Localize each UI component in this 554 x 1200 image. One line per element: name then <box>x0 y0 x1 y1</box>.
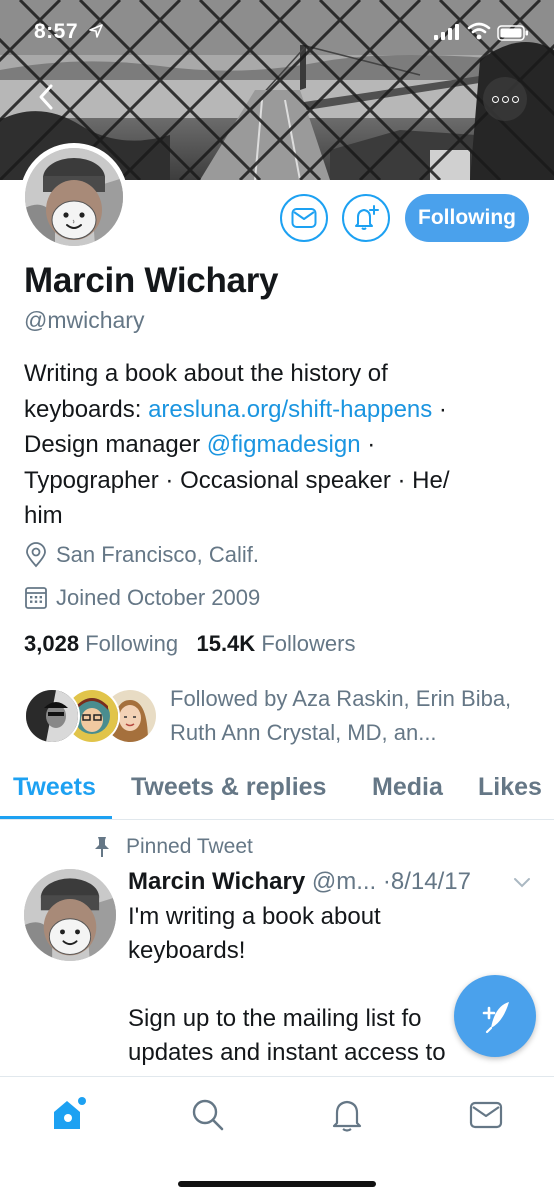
tweet-date: ·8/14/17 <box>382 868 471 895</box>
location-text: San Francisco, Calif. <box>56 542 259 567</box>
profile-avatar[interactable] <box>20 143 128 251</box>
profile-tabs: Tweets Tweets & replies Media Likes <box>0 768 554 820</box>
envelope-icon <box>469 1101 503 1129</box>
location-arrow-icon <box>89 24 103 38</box>
avatar-image <box>24 869 116 961</box>
tweet-text[interactable]: I'm writing a book about keyboards! Sign … <box>128 900 488 1104</box>
home-indicator[interactable] <box>178 1181 376 1187</box>
profile-name: Marcin Wichary <box>24 261 279 300</box>
more-horizontal-icon <box>491 95 499 103</box>
home-icon <box>54 1097 86 1129</box>
cellular-signal-icon <box>434 24 459 40</box>
wifi-icon <box>467 22 491 40</box>
back-button[interactable] <box>30 80 64 114</box>
bell-icon <box>332 1100 362 1132</box>
followed-by-text[interactable]: Followed by Aza Raskin, Erin Biba, Ruth … <box>170 682 530 750</box>
bio-website-link[interactable]: aresluna.org/shift-happens <box>148 396 432 423</box>
bio-line: Design manager @figmadesign · <box>24 431 376 458</box>
nav-search[interactable] <box>188 1095 228 1135</box>
tab-tweets[interactable]: Tweets <box>13 773 96 802</box>
tab-tweets-and-replies[interactable]: Tweets & replies <box>131 773 326 802</box>
bio-line: keyboards: aresluna.org/shift-happens · <box>24 395 447 423</box>
profile-location: San Francisco, Calif. <box>24 542 259 568</box>
followed-by-avatars[interactable] <box>24 688 158 744</box>
pin-icon <box>95 837 109 857</box>
calendar-icon <box>25 587 47 609</box>
following-button[interactable]: Following <box>405 194 529 242</box>
tweet-menu-button[interactable] <box>513 876 531 894</box>
tab-media[interactable]: Media <box>372 773 443 802</box>
nav-notifications[interactable] <box>327 1095 367 1135</box>
bio-line: Typographer · Occasional speaker · He/ <box>24 466 450 494</box>
envelope-icon <box>291 208 317 228</box>
avatar <box>24 688 80 744</box>
status-bar: 8:57 <box>0 0 554 60</box>
active-tab-indicator <box>0 816 112 819</box>
battery-icon <box>497 25 528 41</box>
bell-plus-icon <box>355 205 379 230</box>
nav-home[interactable] <box>48 1095 88 1135</box>
location-pin-icon <box>26 542 46 568</box>
following-count-link[interactable]: 3,028 Following <box>24 631 178 656</box>
profile-bio: Writing a book about the history of keyb… <box>24 356 524 534</box>
compose-tweet-button[interactable] <box>454 975 536 1057</box>
tweet-author-avatar[interactable] <box>24 869 116 961</box>
followers-count-link[interactable]: 15.4K Followers <box>196 631 355 656</box>
notifications-button[interactable] <box>342 194 390 242</box>
tweet-author-name[interactable]: Marcin Wichary <box>128 868 305 895</box>
profile-joined: Joined October 2009 <box>24 585 260 611</box>
compose-feather-icon <box>482 1002 509 1034</box>
avatar-image <box>25 148 123 246</box>
joined-text: Joined October 2009 <box>56 585 261 610</box>
tab-likes[interactable]: Likes <box>478 773 542 802</box>
chevron-left-icon <box>39 84 53 110</box>
message-button[interactable] <box>280 194 328 242</box>
bio-line: Writing a book about the history of <box>24 360 388 387</box>
tweet-author-handle: @m... <box>311 868 377 895</box>
search-icon <box>192 1099 224 1131</box>
nav-messages[interactable] <box>466 1095 506 1135</box>
status-time: 8:57 <box>34 20 79 43</box>
more-options-button[interactable] <box>483 77 527 121</box>
profile-handle: @mwichary <box>24 307 145 333</box>
bio-line: him <box>24 502 63 529</box>
chevron-down-icon <box>514 878 530 888</box>
tweet-header: Marcin Wichary @m... ·8/14/17 <box>128 868 471 896</box>
pinned-tweet-label: Pinned Tweet <box>92 835 253 859</box>
bio-mention-link[interactable]: @figmadesign <box>207 431 361 458</box>
follow-counts: 3,028 Following 15.4K Followers <box>24 631 355 657</box>
